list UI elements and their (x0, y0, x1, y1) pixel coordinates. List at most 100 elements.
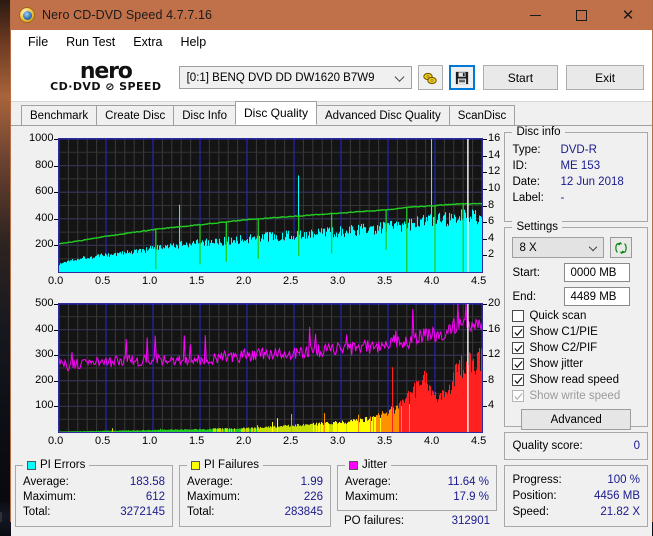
refresh-button[interactable] (610, 237, 633, 258)
y2-axis-tick (483, 238, 487, 240)
checkbox-show-write-speed: Show write speed (512, 390, 640, 402)
checkbox-show-c2-pif[interactable]: Show C2/PIF (512, 342, 640, 354)
y-axis-tick (54, 218, 58, 220)
progress-label: Progress: (512, 474, 562, 486)
y2-axis-tick (483, 155, 487, 157)
x-axis-tick-label: 0.5 (95, 435, 111, 447)
title-bar: Nero CD-DVD Speed 4.7.7.16 ✕ (11, 0, 652, 30)
disc-eject-icon-button[interactable] (417, 65, 444, 90)
menu-item-extra[interactable]: Extra (124, 33, 171, 51)
disc-label-row: Label: - (512, 190, 640, 206)
minimize-button[interactable] (512, 0, 558, 30)
y-axis-tick (54, 406, 58, 408)
exit-button[interactable]: Exit (566, 65, 644, 90)
checkbox-quick-scan[interactable]: Quick scan (512, 310, 640, 322)
drive-select[interactable]: [0:1] BENQ DVD DD DW1620 B7W9 (178, 66, 412, 89)
pi-errors-total-label: Total: (23, 506, 51, 518)
checkbox-box (512, 326, 525, 338)
disc-quality-panel: 1000 800 600 400 200 16 14 12 10 8 6 4 2 0.0 0.5 1.0 1.5… (11, 126, 652, 536)
nero-logo: nero CD·DVD ⊘ SPEED (19, 59, 179, 94)
y2-axis-tick-label: 16 (488, 322, 501, 335)
y-axis-tick (54, 245, 58, 247)
refresh-recycle-icon (615, 241, 628, 254)
scan-speed-value: 8 X (519, 241, 537, 254)
close-button[interactable]: ✕ (604, 0, 652, 30)
pi-failures-total-row: Total: 283845 (187, 505, 323, 520)
y2-axis-tick-label: 12 (488, 165, 501, 178)
start-button[interactable]: Start (482, 65, 559, 90)
tab-benchmark[interactable]: Benchmark (21, 105, 98, 125)
y-axis-tick-label: 300 (35, 348, 54, 361)
pi-failures-total-label: Total: (187, 506, 215, 518)
tab-create-disc[interactable]: Create Disc (96, 105, 175, 125)
pif-jitter-plot-area (58, 303, 483, 433)
po-failures-row: PO failures: 312901 (337, 511, 497, 529)
start-input[interactable]: 0000 MB (564, 263, 631, 282)
end-label: End: (512, 290, 537, 303)
tab-advanced-disc-quality[interactable]: Advanced Disc Quality (316, 105, 450, 125)
checkmark-icon (514, 376, 523, 384)
pi-failures-total-value: 283845 (284, 506, 323, 518)
disc-label-label: Label: (512, 192, 544, 204)
menu-item-help[interactable]: Help (171, 33, 215, 51)
pi-errors-maximum-row: Maximum: 612 (23, 490, 165, 505)
y2-axis-tick (483, 172, 487, 174)
y2-axis-tick-label: 20 (488, 297, 501, 309)
pi-errors-total-row: Total: 3272145 (23, 505, 165, 520)
start-field-row: Start: 0000 MB (512, 263, 640, 282)
y2-axis-tick-label: 4 (488, 231, 495, 244)
checkmark-icon (514, 328, 523, 336)
checkbox-box (512, 310, 525, 322)
drive-select-value: [0:1] BENQ DVD DD DW1620 B7W9 (186, 71, 375, 84)
y2-axis-tick-label: 8 (488, 198, 495, 211)
y2-axis-tick-label: 14 (488, 148, 501, 161)
position-row: Position: 4456 MB (512, 488, 640, 504)
chevron-down-icon (589, 242, 598, 251)
advanced-button[interactable]: Advanced (521, 409, 632, 430)
y2-axis-tick (483, 380, 487, 382)
pi-errors-average-value: 183.58 (129, 476, 165, 488)
chart-canvas (59, 304, 482, 432)
checkbox-label: Show write speed (529, 390, 621, 402)
menu-item-file[interactable]: File (19, 33, 57, 51)
tab-scandisc[interactable]: ScanDisc (448, 105, 516, 125)
save-results-button[interactable] (449, 65, 475, 90)
logo-tagline: CD·DVD ⊘ SPEED (50, 81, 162, 93)
x-axis-tick-label: 2.5 (283, 435, 299, 447)
pi-errors-plot-area (58, 138, 483, 273)
y2-axis-tick (483, 222, 487, 224)
y2-axis-tick (483, 255, 487, 257)
x-axis-tick-label: 3.0 (330, 435, 346, 447)
y-axis-tick-label: 1000 (28, 132, 54, 144)
x-axis-tick-label: 4.0 (424, 435, 440, 447)
jitter-stats-box: Jitter Average: 11.64 % Maximum: 17.9 % (337, 459, 497, 511)
pi-failures-legend: PI Failures (187, 459, 263, 471)
pi-failures-maximum-row: Maximum: 226 (187, 490, 323, 505)
series-jitter (59, 304, 482, 372)
tab-disc-info[interactable]: Disc Info (173, 105, 236, 125)
y2-axis-tick-label: 16 (488, 132, 501, 144)
logo-wordmark: nero (79, 59, 133, 84)
x-axis-tick-label: 4.0 (424, 275, 440, 287)
menu-item-run-test[interactable]: Run Test (57, 33, 124, 51)
checkbox-show-c1-pie[interactable]: Show C1/PIE (512, 326, 640, 338)
pi-failures-average-label: Average: (187, 476, 233, 488)
tab-strip: Benchmark Create Disc Disc Info Disc Qua… (11, 101, 652, 126)
checkmark-icon (514, 392, 523, 400)
tab-disc-quality[interactable]: Disc Quality (235, 101, 318, 125)
pi-errors-average-row: Average: 183.58 (23, 475, 165, 490)
settings-title: Settings (512, 221, 563, 233)
end-input[interactable]: 4489 MB (564, 287, 631, 306)
x-axis-tick-label: 0.0 (48, 435, 64, 447)
toolbar: nero CD·DVD ⊘ SPEED [0:1] BENQ DVD DD DW… (11, 54, 652, 102)
checkbox-show-read-speed[interactable]: Show read speed (512, 374, 640, 386)
progress-value: 100 % (607, 474, 640, 486)
y-axis-tick (54, 192, 58, 194)
y2-axis-tick-label: 6 (488, 215, 495, 228)
scan-speed-select[interactable]: 8 X (512, 237, 605, 258)
maximize-button[interactable] (558, 0, 604, 30)
x-axis-tick-label: 1.0 (142, 435, 158, 447)
checkbox-show-jitter[interactable]: Show jitter (512, 358, 640, 370)
x-axis-tick-label: 1.5 (189, 275, 205, 287)
window-title: Nero CD-DVD Speed 4.7.7.16 (42, 8, 213, 22)
